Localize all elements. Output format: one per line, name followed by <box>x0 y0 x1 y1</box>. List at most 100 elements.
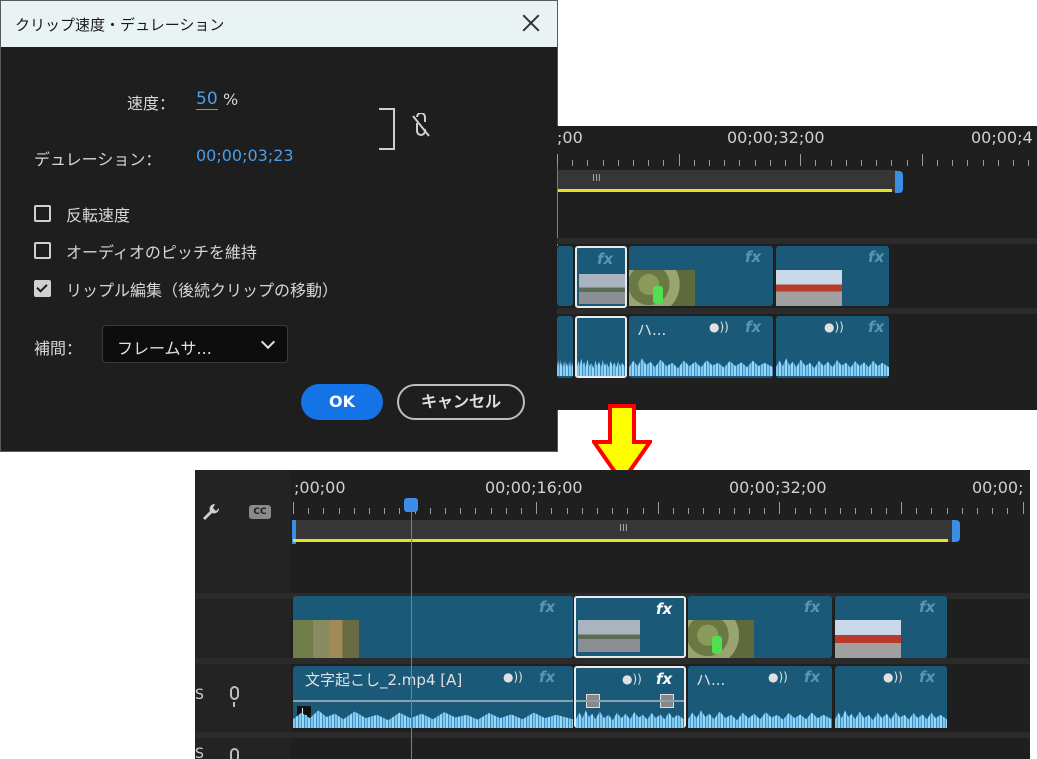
cancel-button[interactable]: キャンセル <box>397 384 525 420</box>
audio-clip[interactable] <box>557 316 573 378</box>
interpolation-select[interactable]: フレームサ... <box>102 325 288 363</box>
ruler-tick <box>800 154 802 166</box>
ruler-tick <box>876 160 878 166</box>
close-icon[interactable] <box>517 9 545 37</box>
ruler-tick <box>967 160 969 166</box>
fx-icon: fx <box>804 598 821 616</box>
speed-unit: % <box>223 90 239 109</box>
ruler-tick <box>663 160 665 166</box>
ruler-tick <box>627 508 629 514</box>
work-area-end-marker[interactable] <box>895 171 903 193</box>
reverse-speed-checkbox[interactable] <box>34 205 51 222</box>
audio-clip-selected[interactable] <box>575 316 627 378</box>
timecode-label: 00;00;32;00 <box>727 128 825 147</box>
ruler-tick <box>982 160 984 166</box>
speaker-icon: ●)) <box>824 320 844 334</box>
speed-value-field[interactable]: 50 <box>196 89 218 110</box>
video-clip[interactable]: fx <box>835 596 947 658</box>
ruler-tick <box>617 160 619 166</box>
ruler-tick <box>633 160 634 166</box>
wrench-icon[interactable] <box>201 502 221 522</box>
timecode-label: 00;00;16;00 <box>485 478 583 497</box>
fx-icon: fx <box>919 598 936 616</box>
ruler-tick <box>1022 502 1024 514</box>
clip-thumbnail <box>835 620 901 658</box>
time-ruler[interactable] <box>557 152 1037 166</box>
audio-clip[interactable]: ハ... ●)) fx <box>629 316 773 378</box>
speed-label: 速度： <box>127 94 176 113</box>
video-clip[interactable]: fx <box>293 596 573 658</box>
ruler-tick <box>724 160 726 166</box>
figure-mark <box>712 636 722 654</box>
ripple-edit-checkbox[interactable] <box>34 280 51 297</box>
ruler-tick <box>749 508 750 514</box>
ruler-tick <box>587 160 589 166</box>
ruler-tick <box>460 508 462 514</box>
ruler-tick <box>445 508 446 514</box>
ruler-tick <box>794 508 796 514</box>
audio-waveform <box>776 346 889 376</box>
maintain-pitch-checkbox[interactable] <box>34 242 51 259</box>
interpolation-value: フレームサ... <box>117 339 212 358</box>
video-clip-selected[interactable]: fx <box>574 596 686 658</box>
reverse-speed-label: 反転速度 <box>66 206 131 225</box>
video-clip[interactable]: fx <box>688 596 832 658</box>
timecode-label: 00;00;4 <box>971 128 1033 147</box>
duration-label: デュレーション： <box>34 150 162 169</box>
ruler-tick <box>916 508 918 514</box>
ruler-tick <box>845 160 847 166</box>
microphone-icon[interactable] <box>230 748 239 759</box>
work-area-end-marker[interactable] <box>952 520 960 542</box>
ruler-tick <box>308 508 310 514</box>
fx-icon: fx <box>745 318 762 336</box>
unlink-icon[interactable] <box>409 113 433 139</box>
playhead-line <box>557 166 558 246</box>
ruler-tick <box>709 160 710 166</box>
ruler-tick <box>597 508 598 514</box>
audio-clip[interactable]: ハ... ●)) fx <box>688 666 832 728</box>
audio-waveform <box>557 346 573 376</box>
microphone-icon[interactable] <box>230 686 239 707</box>
timecode-label: 00;00;32;00 <box>729 478 827 497</box>
ruler-tick <box>551 508 553 514</box>
ruler-tick <box>906 160 908 166</box>
video-clip[interactable]: fx <box>629 246 773 306</box>
audio-clip-label: ハ... <box>637 321 667 339</box>
audio-clip-label: ハ... <box>696 671 726 689</box>
video-clip[interactable]: fx <box>776 246 889 306</box>
video-clip[interactable] <box>557 246 573 306</box>
duration-value-field[interactable]: 00;00;03;23 <box>196 146 294 165</box>
ruler-tick <box>870 508 872 514</box>
ruler-tick <box>475 508 477 514</box>
ruler-tick <box>1007 508 1009 514</box>
audio-clip[interactable]: 文字起こし_2.mp4 [A] ●)) fx L <box>293 666 573 728</box>
audio-clip[interactable]: ●)) fx <box>835 666 947 728</box>
work-area-handle[interactable]: III <box>619 523 628 534</box>
audio-clip-selected[interactable]: ●)) fx <box>574 666 686 728</box>
audio-clip[interactable]: ●)) fx <box>776 316 889 378</box>
speaker-icon: ●)) <box>503 670 523 684</box>
ruler-tick <box>809 508 811 514</box>
video-clip-selected[interactable]: fx <box>575 246 627 308</box>
maintain-pitch-label: オーディオのピッチを維持 <box>66 243 257 262</box>
ruler-tick <box>521 508 522 514</box>
ruler-tick <box>825 508 826 514</box>
fx-icon: fx <box>656 600 673 618</box>
captions-icon[interactable]: CC <box>249 505 271 519</box>
timecode-label: ;00 <box>557 128 583 147</box>
ruler-tick <box>733 508 735 514</box>
ruler-tick <box>779 502 781 514</box>
timeline-after: CC ;00;00 00;00;16;00 00;00;32;00 00;00;… <box>195 470 1030 759</box>
fx-icon: fx <box>539 598 556 616</box>
ok-button[interactable]: OK <box>301 384 383 420</box>
work-area-line <box>293 539 948 542</box>
ripple-edit-label: リップル編集（後続クリップの移動） <box>66 281 339 300</box>
work-area-handle[interactable]: III <box>592 173 601 184</box>
timecode-label: ;00;00 <box>294 478 346 497</box>
ruler-tick <box>769 160 771 166</box>
clip-thumbnail <box>579 274 625 304</box>
fx-icon: fx <box>868 318 885 336</box>
fx-icon: fx <box>656 670 673 688</box>
audio-waveform <box>835 698 947 728</box>
ruler-tick <box>861 160 862 166</box>
